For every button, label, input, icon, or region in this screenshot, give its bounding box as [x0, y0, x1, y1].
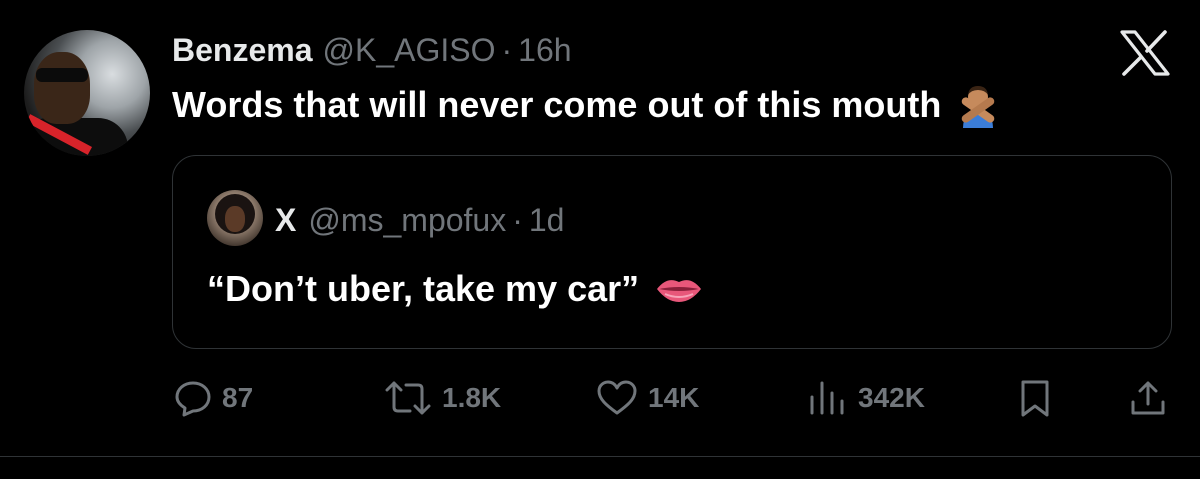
tweet-text-line: Words that will never come out of this m…	[172, 82, 1001, 128]
author-avatar[interactable]	[24, 30, 150, 156]
quoted-author-handle[interactable]: @ms_mpofux	[308, 202, 506, 239]
tweet-timestamp[interactable]: 16h	[518, 32, 571, 69]
heart-icon	[597, 380, 637, 415]
quoted-text-line: “Don’t uber, take my car”	[207, 266, 703, 312]
share-upload-icon	[1131, 381, 1165, 415]
quoted-timestamp[interactable]: 1d	[529, 202, 565, 239]
author-handle[interactable]: @K_AGISO	[323, 32, 496, 69]
avatar-face	[34, 52, 90, 124]
quoted-author-avatar[interactable]	[207, 190, 263, 246]
header-separator: ·	[501, 31, 513, 68]
x-logo-icon	[1120, 30, 1170, 76]
quoted-tweet-card[interactable]: X @ms_mpofux · 1d “Don’t uber, take my c…	[172, 155, 1172, 349]
share-button[interactable]	[1128, 374, 1168, 422]
avatar-sunglasses	[36, 68, 88, 82]
quoted-avatar-face	[225, 206, 245, 232]
author-name[interactable]: Benzema	[172, 32, 313, 69]
like-button[interactable]: 14K	[596, 374, 699, 422]
reply-button[interactable]: 87	[174, 374, 253, 422]
quoted-author-name[interactable]: X	[275, 202, 296, 239]
quoted-header-separator: ·	[512, 201, 523, 238]
tweet-header: Benzema @K_AGISO · 16h	[172, 28, 572, 72]
bottom-divider	[0, 456, 1200, 457]
person-gesturing-no-icon	[962, 86, 995, 128]
repost-count: 1.8K	[442, 382, 502, 413]
bookmark-icon	[1021, 380, 1049, 417]
views-button[interactable]: 342K	[808, 374, 925, 422]
reply-icon	[175, 381, 211, 417]
tweet-text: Words that will never come out of this m…	[172, 84, 942, 125]
tweet-card[interactable]: Benzema @K_AGISO · 16h Words that will n…	[0, 0, 1200, 479]
lips-icon	[657, 280, 702, 302]
views-count: 342K	[858, 382, 925, 413]
quoted-tweet-text: “Don’t uber, take my car”	[207, 268, 640, 309]
reply-count: 87	[222, 382, 254, 413]
quoted-tweet-header: X @ms_mpofux · 1d	[275, 200, 564, 240]
bookmark-button[interactable]	[1018, 374, 1052, 422]
analytics-bar-icon	[810, 381, 844, 415]
repost-button[interactable]: 1.8K	[384, 374, 501, 422]
repost-icon	[385, 381, 431, 415]
tweet-action-bar: 87 1.8K 14K 342K	[172, 374, 1172, 422]
like-count: 14K	[648, 382, 700, 413]
